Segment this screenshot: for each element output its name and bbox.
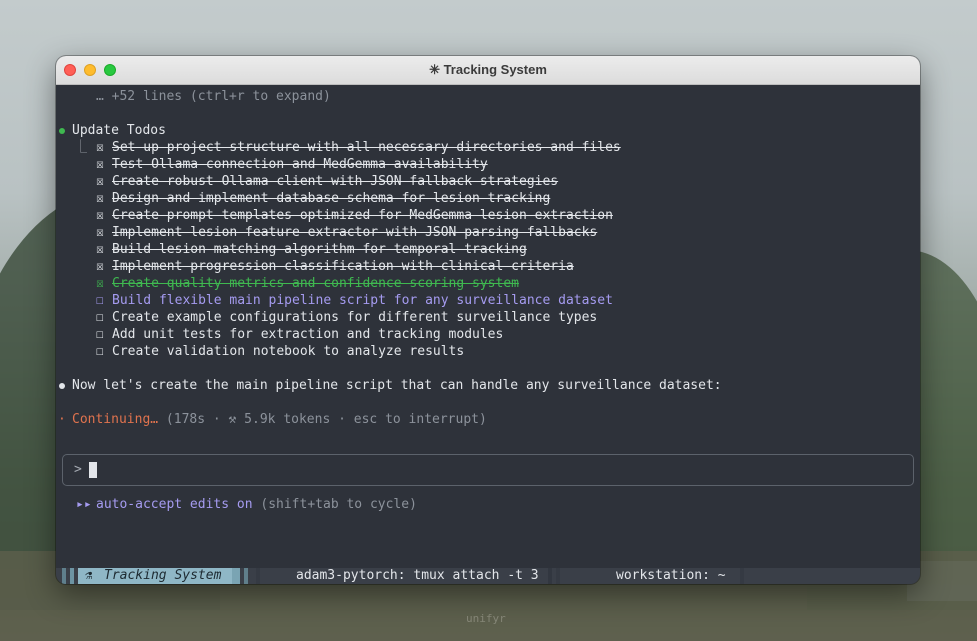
spinner-icon: · <box>58 412 66 427</box>
status-deco <box>556 568 560 584</box>
todos-header: Update Todos <box>72 123 166 138</box>
prompt-input[interactable]: > <box>62 454 914 486</box>
todo-item-label: Create quality metrics and confidence sc… <box>112 276 519 291</box>
todo-item-label: Build lesion matching algorithm for temp… <box>112 242 527 257</box>
status-deco <box>548 568 552 584</box>
message-bullet-icon <box>59 383 65 389</box>
checkbox-checked-icon: ☒ <box>96 191 104 206</box>
assistant-message: Now let's create the main pipeline scrip… <box>72 378 722 393</box>
fast-forward-icon: ▸▸ <box>76 497 92 512</box>
todo-item-label: Add unit tests for extraction and tracki… <box>112 327 504 342</box>
checkbox-empty-icon: ☐ <box>96 344 104 359</box>
todo-item-label: Implement progression classification wit… <box>112 259 574 274</box>
status-detail: (178s · ⚒ 5.9k tokens · esc to interrupt… <box>158 412 487 427</box>
status-deco <box>244 568 248 584</box>
status-deco <box>232 568 240 584</box>
window-title: ✳ Tracking System <box>429 62 547 77</box>
status-deco <box>62 568 66 584</box>
status-deco <box>256 568 260 584</box>
checkbox-in-progress-icon: ☐ <box>96 293 104 308</box>
status-deco <box>70 568 74 584</box>
status-word: Continuing… <box>72 412 159 427</box>
checkbox-checked-icon: ☒ <box>96 242 104 257</box>
prompt-symbol: > <box>74 462 82 477</box>
todo-item-label: Create robust Ollama client with JSON fa… <box>112 174 559 189</box>
tmux-session-icon: ⚗ <box>84 568 92 583</box>
checkbox-checked-icon: ☒ <box>96 259 104 274</box>
checkbox-checked-icon: ☒ <box>96 140 104 155</box>
desktop-watermark: unifyr <box>466 612 506 625</box>
checkbox-checked-icon: ☒ <box>96 174 104 189</box>
tmux-status-bar: ⚗ Tracking System adam3-pytorch: tmux at… <box>56 568 920 584</box>
tmux-window-2[interactable]: adam3-pytorch: tmux attach -t 3 <box>296 568 539 584</box>
collapsed-lines-hint[interactable]: … +52 lines (ctrl+r to expand) <box>96 88 331 105</box>
todo-item-label: Design and implement database schema for… <box>112 191 551 206</box>
checkbox-checked-icon: ☒ <box>96 225 104 240</box>
tree-elbow-icon: ⎿ <box>74 140 88 155</box>
checkbox-checked-icon: ☒ <box>96 157 104 172</box>
mode-indicator[interactable]: auto-accept edits on (shift+tab to cycle… <box>96 496 417 513</box>
tmux-session-name[interactable]: Tracking System <box>104 568 221 584</box>
status-deco <box>740 568 744 584</box>
todo-item-label: Set up project structure with all necess… <box>112 140 621 155</box>
todo-item-label: Implement lesion feature extractor with … <box>112 225 598 240</box>
mode-label: auto-accept edits on <box>96 497 253 512</box>
terminal-window[interactable]: ✳ Tracking System … +52 lines (ctrl+r to… <box>56 56 920 584</box>
todo-item-label: Create prompt templates optimized for Me… <box>112 208 613 223</box>
todo-item-label: Test Ollama connection and MedGemma avai… <box>112 157 488 172</box>
todo-item-label: Build flexible main pipeline script for … <box>112 293 613 308</box>
checkbox-empty-icon: ☐ <box>96 310 104 325</box>
mode-hint: (shift+tab to cycle) <box>252 497 417 512</box>
checkbox-checked-icon: ☒ <box>96 208 104 223</box>
checkbox-empty-icon: ☐ <box>96 327 104 342</box>
text-cursor <box>89 462 97 478</box>
todo-item-label: Create validation notebook to analyze re… <box>112 344 465 359</box>
tmux-window-3[interactable]: workstation: ~ <box>616 568 726 584</box>
todos-bullet-icon <box>59 128 65 134</box>
status-line: Continuing… (178s · ⚒ 5.9k tokens · esc … <box>72 411 487 428</box>
title-bar[interactable]: ✳ Tracking System <box>56 56 920 85</box>
todo-item-label: Create example configurations for differ… <box>112 310 598 325</box>
checkbox-checked-icon: ☒ <box>96 276 104 291</box>
